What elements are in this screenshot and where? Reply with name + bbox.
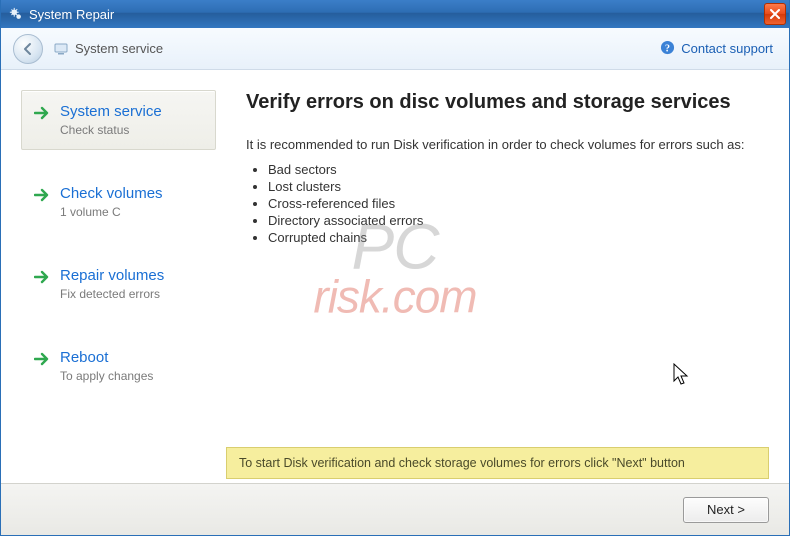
toolbar-title: System service bbox=[75, 41, 163, 56]
sidebar-step-1[interactable]: Check volumes 1 volume C bbox=[21, 172, 216, 232]
hint-bar: To start Disk verification and check sto… bbox=[226, 447, 769, 479]
step-title: Repair volumes bbox=[60, 267, 164, 285]
close-button[interactable] bbox=[764, 3, 786, 25]
list-item: Cross-referenced files bbox=[268, 196, 769, 211]
body: System service Check status Check volumes 1… bbox=[1, 70, 789, 483]
step-title: System service bbox=[60, 103, 162, 121]
step-subtitle: To apply changes bbox=[60, 369, 153, 383]
page-heading: Verify errors on disc volumes and storag… bbox=[246, 90, 769, 115]
app-window: System Repair System service ? Contact s… bbox=[0, 0, 790, 536]
arrow-right-icon bbox=[34, 188, 50, 205]
app-icon bbox=[9, 7, 23, 21]
list-item: Directory associated errors bbox=[268, 213, 769, 228]
intro-text: It is recommended to run Disk verificati… bbox=[246, 137, 769, 152]
error-list: Bad sectors Lost clusters Cross-referenced… bbox=[268, 162, 769, 245]
step-title: Reboot bbox=[60, 349, 153, 367]
sidebar-step-3[interactable]: Reboot To apply changes bbox=[21, 336, 216, 396]
sidebar-step-0[interactable]: System service Check status bbox=[21, 90, 216, 150]
arrow-right-icon bbox=[34, 106, 50, 123]
arrow-right-icon bbox=[34, 270, 50, 287]
step-subtitle: Fix detected errors bbox=[60, 287, 164, 301]
arrow-right-icon bbox=[34, 352, 50, 369]
sidebar-step-2[interactable]: Repair volumes Fix detected errors bbox=[21, 254, 216, 314]
step-text: Reboot To apply changes bbox=[60, 349, 153, 383]
main-content: Verify errors on disc volumes and storag… bbox=[216, 90, 769, 483]
list-item: Bad sectors bbox=[268, 162, 769, 177]
step-title: Check volumes bbox=[60, 185, 163, 203]
svg-text:?: ? bbox=[665, 43, 670, 54]
footer: Next > bbox=[1, 483, 789, 535]
list-item: Corrupted chains bbox=[268, 230, 769, 245]
titlebar: System Repair bbox=[1, 0, 789, 28]
step-subtitle: 1 volume C bbox=[60, 205, 163, 219]
service-icon bbox=[53, 41, 69, 57]
step-text: Repair volumes Fix detected errors bbox=[60, 267, 164, 301]
contact-support-label: Contact support bbox=[681, 41, 773, 56]
back-button[interactable] bbox=[13, 34, 43, 64]
step-subtitle: Check status bbox=[60, 123, 162, 137]
sidebar: System service Check status Check volumes 1… bbox=[21, 90, 216, 483]
help-icon: ? bbox=[660, 40, 675, 58]
step-text: System service Check status bbox=[60, 103, 162, 137]
next-button[interactable]: Next > bbox=[683, 497, 769, 523]
step-text: Check volumes 1 volume C bbox=[60, 185, 163, 219]
list-item: Lost clusters bbox=[268, 179, 769, 194]
contact-support-link[interactable]: ? Contact support bbox=[660, 40, 773, 58]
window-title: System Repair bbox=[29, 7, 114, 22]
toolbar: System service ? Contact support bbox=[1, 28, 789, 70]
